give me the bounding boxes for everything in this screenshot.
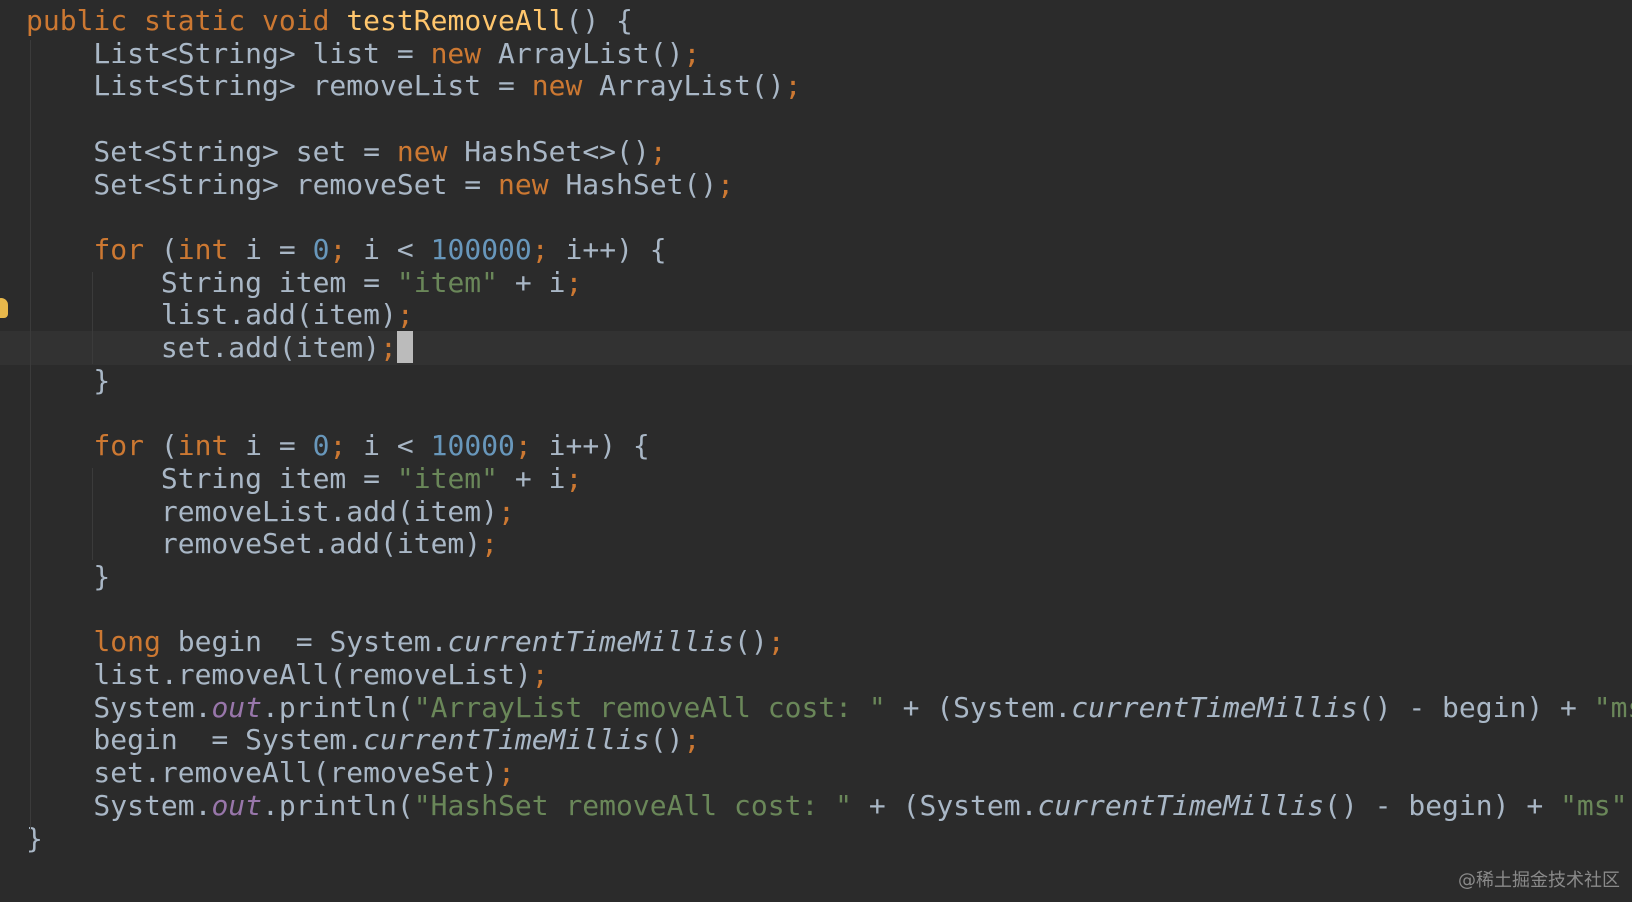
indent-guide (92, 468, 93, 560)
code-line[interactable]: } (0, 822, 1632, 856)
code-line-text: set.removeAll(removeSet); (26, 756, 515, 790)
code-line-text: List<String> removeList = new ArrayList(… (26, 69, 802, 103)
code-line-text: removeList.add(item); (26, 494, 515, 528)
code-line-text: } (26, 363, 111, 397)
code-editor[interactable]: public static void testRemoveAll() { Lis… (0, 0, 1632, 902)
code-line[interactable] (0, 200, 1632, 234)
code-line-text: Set<String> removeSet = new HashSet(); (26, 167, 735, 201)
code-line[interactable]: long begin = System.currentTimeMillis(); (0, 625, 1632, 659)
code-line-text: public static void testRemoveAll() { (26, 4, 633, 37)
code-line[interactable]: for (int i = 0; i < 100000; i++) { (0, 233, 1632, 267)
code-line[interactable]: List<String> list = new ArrayList(); (0, 37, 1632, 71)
code-line-text: } (26, 559, 111, 593)
code-line[interactable]: System.out.println("HashSet removeAll co… (0, 789, 1632, 823)
code-line-text: String item = "item" + i; (26, 265, 583, 299)
code-line-text: begin = System.currentTimeMillis(); (26, 723, 701, 757)
code-line-text: System.out.println("HashSet removeAll co… (26, 788, 1632, 822)
code-line[interactable]: list.add(item); (0, 298, 1632, 332)
code-line[interactable]: for (int i = 0; i < 10000; i++) { (0, 429, 1632, 463)
code-line[interactable]: String item = "item" + i; (0, 266, 1632, 300)
watermark: @稀土掘金技术社区 (1458, 870, 1620, 891)
code-line[interactable]: begin = System.currentTimeMillis(); (0, 723, 1632, 757)
code-line[interactable]: set.removeAll(removeSet); (0, 756, 1632, 790)
code-line-text: list.removeAll(removeList); (26, 658, 549, 691)
text-cursor (396, 331, 413, 363)
code-line[interactable]: } (0, 364, 1632, 398)
code-line-text: System.out.println("ArrayList removeAll … (26, 690, 1632, 724)
code-line[interactable]: } (0, 560, 1632, 594)
lightbulb-icon[interactable] (0, 298, 8, 318)
code-line[interactable]: public static void testRemoveAll() { (0, 4, 1632, 38)
code-line[interactable]: List<String> removeList = new ArrayList(… (0, 69, 1632, 103)
code-line-text: Set<String> set = new HashSet<>(); (26, 134, 667, 168)
code-line-text: String item = "item" + i; (26, 461, 583, 495)
code-line[interactable]: Set<String> set = new HashSet<>(); (0, 135, 1632, 169)
code-line[interactable]: list.removeAll(removeList); (0, 658, 1632, 692)
code-line-text: } (26, 821, 43, 855)
indent-guide (30, 40, 31, 830)
code-line-text: for (int i = 0; i < 100000; i++) { (93, 232, 667, 266)
code-line-text: for (int i = 0; i < 10000; i++) { (93, 429, 650, 463)
code-line[interactable]: System.out.println("ArrayList removeAll … (0, 691, 1632, 725)
code-line[interactable] (0, 396, 1632, 430)
code-line-text: set.add(item); (26, 331, 413, 365)
code-line[interactable] (0, 593, 1632, 627)
code-line[interactable]: removeSet.add(item); (0, 527, 1632, 561)
indent-guide (92, 272, 93, 364)
code-line[interactable]: Set<String> removeSet = new HashSet(); (0, 168, 1632, 202)
code-line[interactable]: String item = "item" + i; (0, 462, 1632, 496)
code-line[interactable] (0, 102, 1632, 136)
code-line-text: list.add(item); (26, 298, 414, 332)
code-line-text: long begin = System.currentTimeMillis(); (93, 625, 785, 659)
code-line-text: removeSet.add(item); (26, 527, 499, 561)
code-line-text: List<String> list = new ArrayList(); (26, 36, 701, 70)
code-line[interactable]: removeList.add(item); (0, 495, 1632, 529)
code-line[interactable]: set.add(item); (0, 331, 1632, 365)
